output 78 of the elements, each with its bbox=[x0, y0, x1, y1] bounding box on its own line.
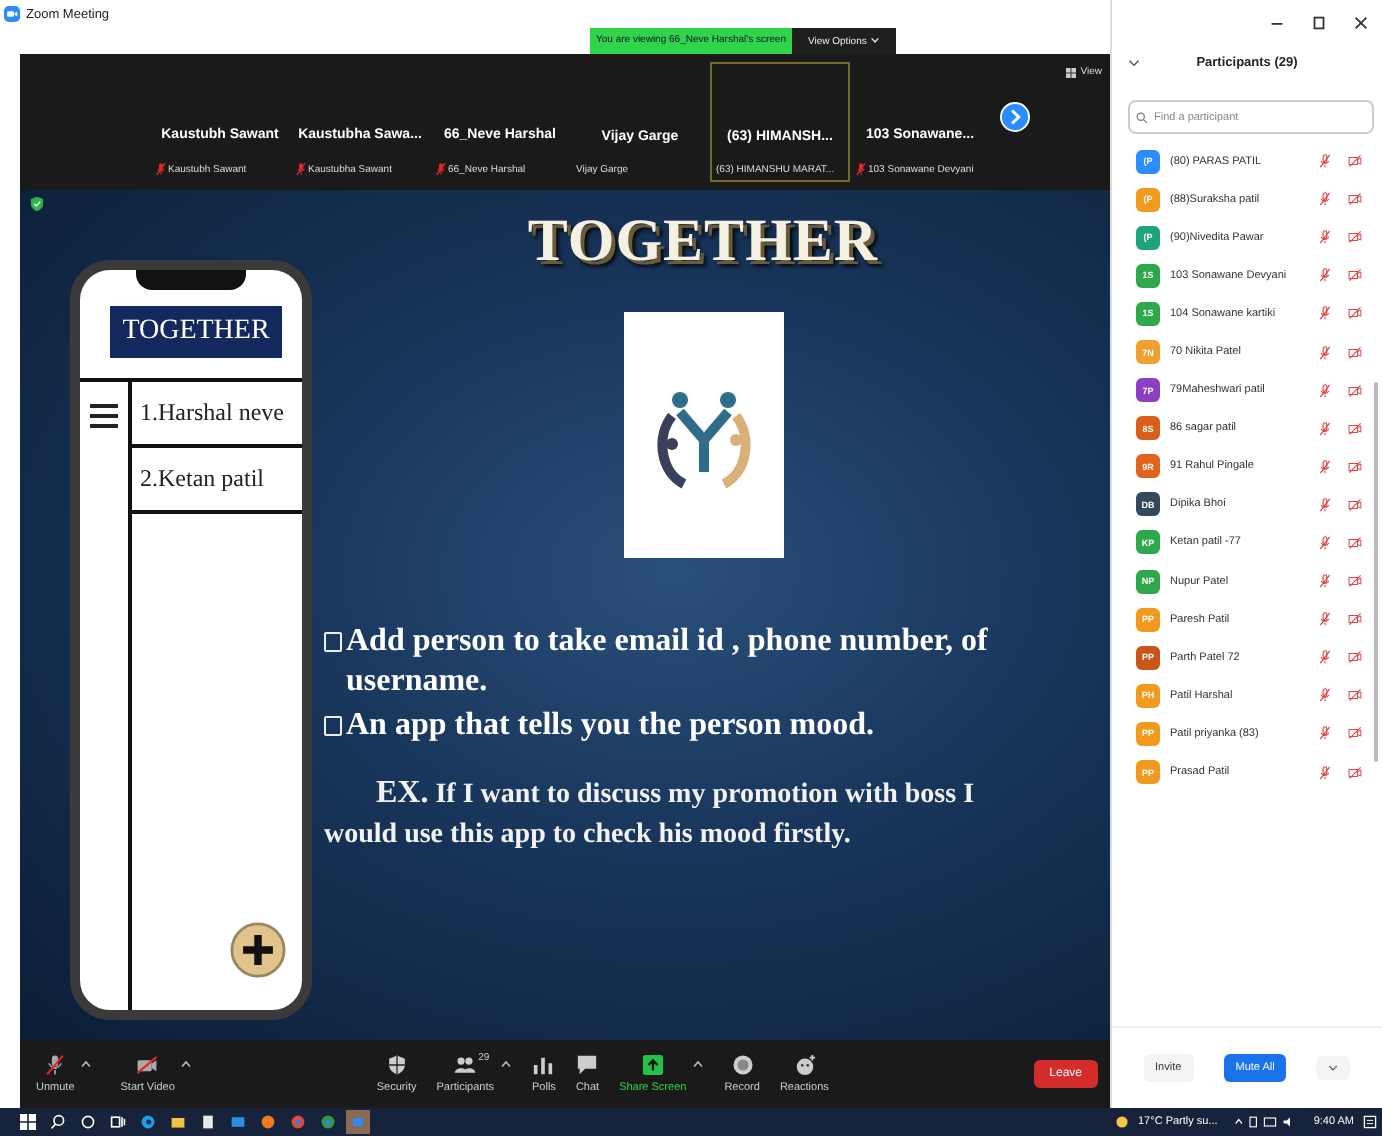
restore-icon[interactable] bbox=[1310, 13, 1328, 31]
video-off-icon bbox=[1348, 421, 1362, 436]
muted-mic-icon bbox=[1318, 268, 1332, 283]
muted-mic-icon bbox=[1318, 535, 1332, 550]
muted-mic-icon bbox=[1318, 421, 1332, 436]
upload-arrow-icon bbox=[641, 1054, 664, 1076]
add-button-icon bbox=[230, 922, 286, 978]
video-off-icon bbox=[1348, 383, 1362, 398]
chat-icon bbox=[576, 1054, 599, 1076]
video-off-icon bbox=[1348, 306, 1362, 321]
video-off-icon bbox=[1348, 345, 1362, 360]
muted-mic-icon bbox=[1318, 459, 1332, 474]
phone-header: TOGETHER bbox=[110, 306, 282, 358]
muted-mic-icon bbox=[1318, 612, 1332, 627]
menu-icon bbox=[88, 402, 120, 430]
muted-mic-icon bbox=[44, 1054, 67, 1076]
bullet-icon bbox=[324, 632, 342, 652]
phone-notch bbox=[136, 270, 246, 290]
shield-icon bbox=[385, 1054, 408, 1076]
chevron-down-icon bbox=[1328, 1064, 1339, 1072]
video-off-icon bbox=[136, 1054, 159, 1076]
contact-row: 1.Harshal neve bbox=[132, 382, 302, 448]
bullet-text: An app that tells you the person mood. bbox=[346, 706, 877, 746]
shield-icon bbox=[30, 196, 44, 212]
contact-row: 2.Ketan patil bbox=[132, 448, 302, 514]
next-page-icon[interactable] bbox=[1000, 101, 1030, 131]
windows-start-icon[interactable] bbox=[20, 1114, 36, 1130]
notepad-icon[interactable] bbox=[200, 1114, 216, 1130]
video-off-icon bbox=[1348, 650, 1362, 665]
record-icon bbox=[731, 1054, 754, 1076]
sun-icon bbox=[1114, 1114, 1130, 1130]
search-icon bbox=[1136, 112, 1148, 124]
video-off-icon bbox=[1348, 765, 1362, 780]
bullet-icon bbox=[324, 716, 342, 736]
grid-icon bbox=[1066, 67, 1077, 77]
bar-chart-icon bbox=[532, 1054, 555, 1076]
video-off-icon bbox=[1348, 612, 1362, 627]
video-off-icon bbox=[1348, 688, 1362, 703]
muted-mic-icon bbox=[1318, 765, 1332, 780]
video-off-icon bbox=[1348, 497, 1362, 512]
muted-mic-icon bbox=[1318, 230, 1332, 245]
video-off-icon bbox=[1348, 574, 1362, 589]
muted-mic-icon bbox=[1318, 574, 1332, 589]
video-off-icon bbox=[1348, 230, 1362, 245]
muted-mic-icon bbox=[1318, 726, 1332, 741]
collapse-icon[interactable] bbox=[1128, 57, 1140, 67]
search-icon[interactable] bbox=[50, 1114, 66, 1130]
mail-icon[interactable] bbox=[230, 1114, 246, 1130]
caret-icon[interactable] bbox=[80, 1060, 93, 1068]
video-off-icon bbox=[1348, 459, 1362, 474]
notification-icon[interactable] bbox=[1362, 1114, 1378, 1130]
muted-mic-icon bbox=[1318, 688, 1332, 703]
people-icon bbox=[454, 1054, 477, 1076]
caret-icon[interactable] bbox=[692, 1060, 705, 1068]
muted-mic-icon bbox=[1318, 650, 1332, 665]
close-icon[interactable] bbox=[1352, 13, 1370, 31]
video-off-icon bbox=[1348, 726, 1362, 741]
video-off-icon bbox=[1348, 535, 1362, 550]
muted-mic-icon bbox=[1318, 154, 1332, 169]
video-off-icon bbox=[1348, 192, 1362, 207]
caret-icon[interactable] bbox=[500, 1060, 513, 1068]
browser-icon[interactable] bbox=[140, 1114, 156, 1130]
muted-mic-icon bbox=[1318, 345, 1332, 360]
task-view-icon[interactable] bbox=[110, 1114, 126, 1130]
muted-mic-icon bbox=[1318, 383, 1332, 398]
muted-mic-icon bbox=[1318, 306, 1332, 321]
dropdown-caret-icon bbox=[869, 36, 880, 45]
muted-mic-icon bbox=[1318, 192, 1332, 207]
video-off-icon bbox=[1348, 268, 1362, 283]
smiley-icon bbox=[793, 1054, 816, 1076]
example-text: EX. If I want to discuss my promotion with boss I would use this app to check his mood firstly. bbox=[322, 774, 977, 854]
slide-title: TOGETHER bbox=[527, 208, 879, 276]
video-off-icon bbox=[1348, 154, 1362, 169]
bullet-text: Add person to take email id , phone number, of username. bbox=[346, 622, 990, 702]
circle-icon[interactable] bbox=[80, 1114, 96, 1130]
folder-icon[interactable] bbox=[170, 1114, 186, 1130]
caret-icon[interactable] bbox=[180, 1060, 193, 1068]
muted-mic-icon bbox=[1318, 497, 1332, 512]
